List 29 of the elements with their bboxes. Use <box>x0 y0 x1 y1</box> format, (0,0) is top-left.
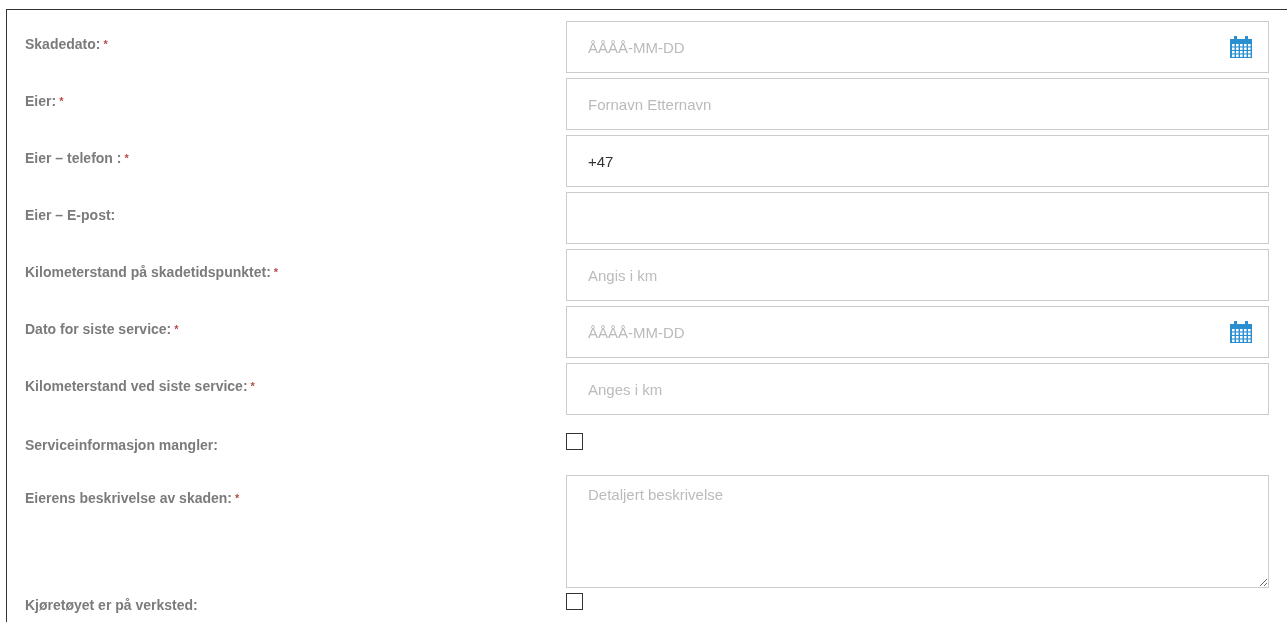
required-marker: * <box>273 266 279 278</box>
required-marker: * <box>103 38 108 50</box>
input-field[interactable]: Fornavn Etternavn <box>566 78 1269 130</box>
required-marker: * <box>235 492 240 504</box>
input-field[interactable]: Angis i km <box>566 249 1269 301</box>
field-label: Eier – telefon : <box>25 150 122 166</box>
field-label: Eier – E-post: <box>25 207 116 223</box>
checkbox[interactable] <box>566 433 583 450</box>
date-field[interactable]: ÅÅÅÅ-MM-DD <box>566 306 1269 358</box>
field-label: Kjøretøyet er på verksted: <box>25 596 198 613</box>
input-field[interactable]: +47 <box>566 135 1269 187</box>
field-label: Kilometerstand på skadetidspunktet: <box>25 264 271 280</box>
required-marker: * <box>124 152 129 164</box>
field-label: Kilometerstand ved siste service: <box>25 378 248 394</box>
calendar-icon[interactable] <box>1230 36 1252 58</box>
field-label: Skadedato: <box>25 36 101 52</box>
input-field[interactable]: Anges i km <box>566 363 1269 415</box>
required-marker: * <box>250 380 255 392</box>
field-label: Eier: <box>25 93 57 109</box>
date-field[interactable]: ÅÅÅÅ-MM-DD <box>566 21 1269 73</box>
field-label: Serviceinformasjon mangler: <box>25 436 218 453</box>
input-field[interactable] <box>566 192 1269 244</box>
calendar-icon[interactable] <box>1230 321 1252 343</box>
required-marker: * <box>59 95 64 107</box>
field-label: Dato for siste service: <box>25 321 172 337</box>
required-marker: * <box>174 323 179 335</box>
checkbox[interactable] <box>566 593 583 610</box>
text-area[interactable]: Detaljert beskrivelse <box>566 475 1269 588</box>
field-label: Eierens beskrivelse av skaden: <box>25 490 233 506</box>
